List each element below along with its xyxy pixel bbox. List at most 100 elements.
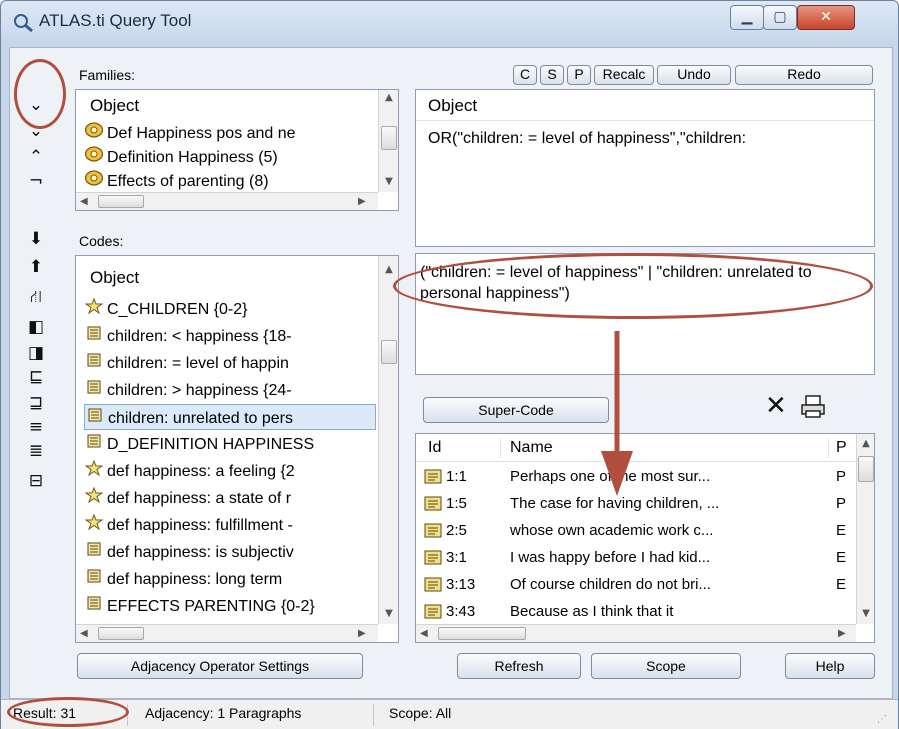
scroll-up-icon[interactable]: ▲ — [379, 264, 399, 275]
scroll-thumb[interactable] — [98, 195, 144, 208]
column-header[interactable]: Name — [510, 439, 553, 457]
query-stack[interactable]: Object OR("children: = level of happines… — [415, 89, 875, 247]
scroll-thumb[interactable] — [381, 340, 397, 364]
delete-icon[interactable]: ✕ — [765, 391, 787, 421]
row-p: E — [836, 576, 847, 593]
table-row[interactable]: 3:13 Of course children do not bri... E — [416, 572, 856, 598]
query-stack-item[interactable]: OR("children: = level of happiness","chi… — [428, 130, 874, 148]
table-row[interactable]: 2:5 whose own academic work c... E — [416, 518, 856, 544]
code-list-item-selected[interactable]: children: unrelated to pers — [84, 404, 376, 430]
supercode-icon — [84, 566, 104, 592]
row-id: 1:5 — [446, 495, 467, 512]
row-name: whose own academic work c... — [510, 522, 714, 539]
code-list-item[interactable]: def happiness: is subjectiv — [84, 539, 376, 565]
column-divider[interactable] — [828, 438, 829, 458]
scroll-thumb[interactable] — [98, 627, 144, 640]
supercode-icon — [84, 593, 104, 619]
codes-list[interactable]: Object C_CHILDREN {0-2} children: < happi… — [75, 255, 399, 643]
not-operator-icon[interactable]: ¬ — [23, 169, 49, 193]
code-list-item[interactable]: C_CHILDREN {0-2} — [84, 296, 376, 322]
codes-vscrollbar[interactable]: ▲ ▼ — [378, 256, 398, 624]
recalc-button[interactable]: Recalc — [594, 65, 654, 85]
scroll-down-icon[interactable]: ▼ — [857, 608, 875, 619]
query-stack-header[interactable]: Object — [428, 96, 477, 116]
scroll-thumb[interactable] — [858, 456, 874, 482]
row-id: 3:43 — [446, 603, 476, 620]
follows-icon[interactable]: ≡ — [23, 415, 49, 439]
scroll-thumb[interactable] — [381, 126, 397, 150]
scroll-left-icon[interactable]: ◀ — [80, 196, 88, 207]
print-icon[interactable] — [799, 393, 827, 419]
code-list-item[interactable]: children: > happiness {24- — [84, 377, 376, 403]
column-header[interactable]: P — [836, 439, 847, 457]
code-list-item[interactable]: def happiness: a state of r — [84, 485, 376, 511]
codes-hscrollbar[interactable]: ◀ ▶ — [76, 624, 378, 642]
code-list-item[interactable]: def happiness: long term — [84, 566, 376, 592]
scroll-right-icon[interactable]: ▶ — [358, 196, 366, 207]
super-code-button[interactable]: Super-Code — [423, 397, 609, 423]
chevron-up-icon[interactable]: ⌃ — [23, 145, 49, 169]
title-bar[interactable]: ATLAS.ti Query Tool ▁ ▢ ✕ — [1, 1, 898, 45]
results-hscrollbar[interactable]: ◀ ▶ — [416, 624, 856, 642]
row-p: E — [836, 522, 847, 539]
families-vscrollbar[interactable]: ▲ ▼ — [378, 90, 398, 192]
adjacency-settings-button[interactable]: Adjacency Operator Settings — [77, 653, 363, 679]
family-item-label: Definition Happiness (5) — [107, 149, 278, 166]
scroll-left-icon[interactable]: ◀ — [80, 628, 88, 639]
families-hscrollbar[interactable]: ◀ ▶ — [76, 192, 378, 210]
redo-button[interactable]: Redo — [735, 65, 873, 85]
row-id: 3:13 — [446, 576, 476, 593]
scroll-down-icon[interactable]: ▼ — [379, 608, 399, 619]
family-list-item[interactable]: Effects of parenting (8) — [84, 168, 374, 194]
encloses-icon[interactable]: ◨ — [23, 341, 49, 365]
maximize-button[interactable]: ▢ — [763, 5, 797, 30]
code-list-item[interactable]: EFFECTS PARENTING {0-2} — [84, 593, 376, 619]
refresh-button[interactable]: Refresh — [457, 653, 581, 679]
co-occur-icon[interactable]: ⊟ — [23, 469, 49, 493]
c-button[interactable]: C — [513, 65, 537, 85]
overlapped-by-icon[interactable]: ⊑ — [23, 365, 49, 389]
supercode-icon — [84, 377, 104, 403]
precedes-icon[interactable]: ≣ — [23, 439, 49, 463]
quotation-icon — [424, 469, 442, 484]
quotation-icon — [424, 496, 442, 511]
overlaps-icon[interactable]: ⊒ — [23, 391, 49, 415]
code-icon — [84, 458, 104, 484]
results-vscrollbar[interactable]: ▲ ▼ — [856, 434, 874, 624]
annotation-ellipse-toolbar — [14, 59, 66, 129]
arrow-down-icon[interactable]: ⬇ — [23, 227, 49, 251]
family-list-item[interactable]: Def Happiness pos and ne — [84, 120, 374, 146]
s-button[interactable]: S — [540, 65, 564, 85]
table-row[interactable]: 3:43 Because as I think that it — [416, 599, 856, 624]
scroll-down-icon[interactable]: ▼ — [379, 176, 399, 187]
code-list-item[interactable]: def happiness: a feeling {2 — [84, 458, 376, 484]
results-table[interactable]: Id Name P 1:1 Perhaps one of the most sur..… — [415, 433, 875, 643]
code-list-item[interactable]: children: = level of happin — [84, 350, 376, 376]
within-icon[interactable]: ◧ — [23, 315, 49, 339]
resize-grip-icon[interactable]: ⋰ — [877, 714, 887, 725]
scroll-thumb[interactable] — [438, 627, 526, 640]
scroll-up-icon[interactable]: ▲ — [857, 438, 875, 449]
scroll-left-icon[interactable]: ◀ — [420, 628, 428, 639]
help-button[interactable]: Help — [785, 653, 875, 679]
p-button[interactable]: P — [567, 65, 591, 85]
families-list[interactable]: Object Def Happiness pos and ne Definitio… — [75, 89, 399, 211]
row-name: The case for having children, ... — [510, 495, 720, 512]
scroll-up-icon[interactable]: ▲ — [379, 92, 399, 103]
row-p: P — [836, 468, 847, 485]
close-button[interactable]: ✕ — [797, 5, 855, 30]
scope-button[interactable]: Scope — [591, 653, 741, 679]
scroll-right-icon[interactable]: ▶ — [838, 628, 846, 639]
arrow-up-icon[interactable]: ⬆ — [23, 255, 49, 279]
tree-icon[interactable]: ⛙ — [23, 285, 49, 309]
code-list-item[interactable]: children: < happiness {18- — [84, 323, 376, 349]
column-divider[interactable] — [500, 438, 501, 458]
scroll-right-icon[interactable]: ▶ — [358, 628, 366, 639]
family-list-item[interactable]: Definition Happiness (5) — [84, 144, 374, 170]
code-list-item[interactable]: D_DEFINITION HAPPINESS — [84, 431, 376, 457]
column-header[interactable]: Id — [428, 439, 441, 457]
minimize-button[interactable]: ▁ — [730, 5, 764, 30]
code-list-item[interactable]: def happiness: fulfillment - — [84, 512, 376, 538]
table-row[interactable]: 3:1 I was happy before I had kid... E — [416, 545, 856, 571]
undo-button[interactable]: Undo — [657, 65, 731, 85]
